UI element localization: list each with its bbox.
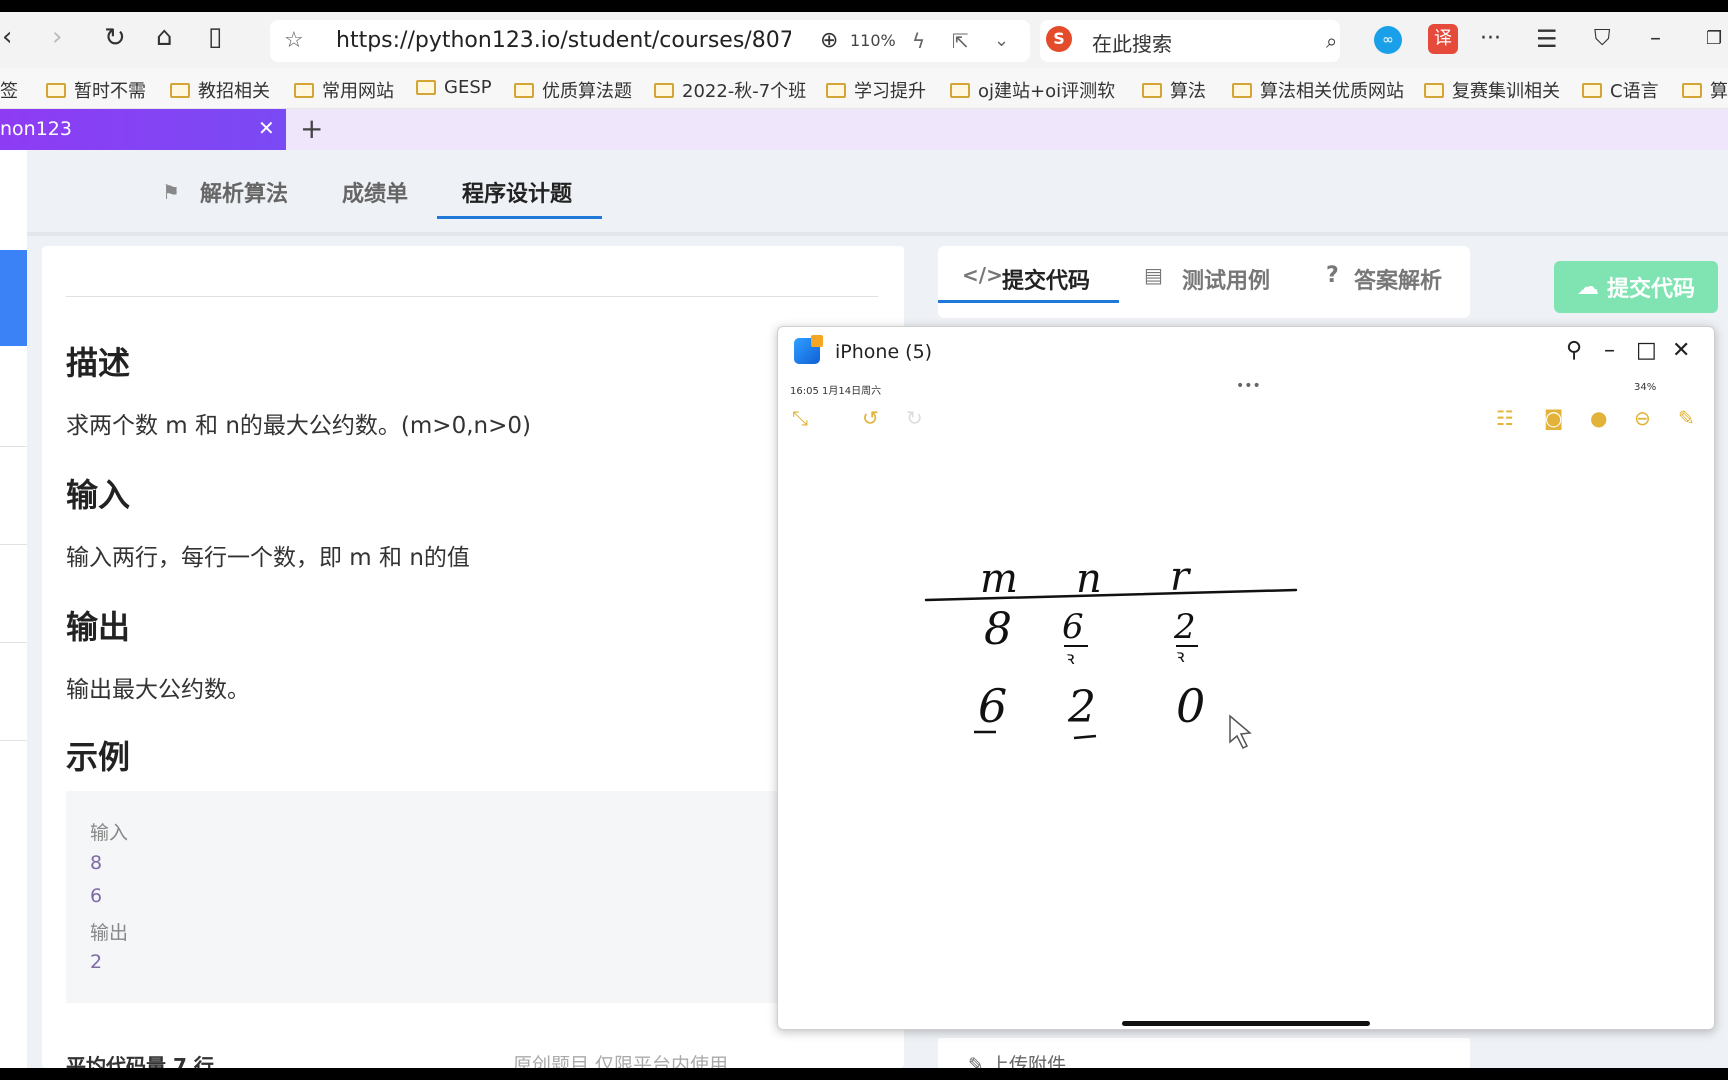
- whiteboard-canvas[interactable]: m n r 8 6 ꝛ 2 ꝛ 6 2 0: [0, 0, 1728, 1080]
- bottom-black-bar: [0, 1068, 1728, 1080]
- mark-n-1: ꝛ: [1066, 648, 1075, 669]
- header-r: r: [1170, 554, 1192, 600]
- header-n: n: [1076, 556, 1102, 602]
- cell-r-2: 0: [1176, 679, 1205, 733]
- cell-n-2: 2: [1067, 682, 1096, 733]
- home-indicator: [1122, 1021, 1370, 1026]
- underline-mark: [1073, 734, 1097, 740]
- header-m: m: [980, 556, 1018, 602]
- mark-r-1: ꝛ: [1176, 646, 1185, 667]
- cell-m-1: 8: [984, 604, 1012, 655]
- cell-m-2: 6: [978, 679, 1007, 733]
- cell-n-1: 6: [1062, 607, 1084, 647]
- cell-r-1: 2: [1173, 607, 1196, 647]
- mouse-cursor-icon: [1229, 714, 1252, 750]
